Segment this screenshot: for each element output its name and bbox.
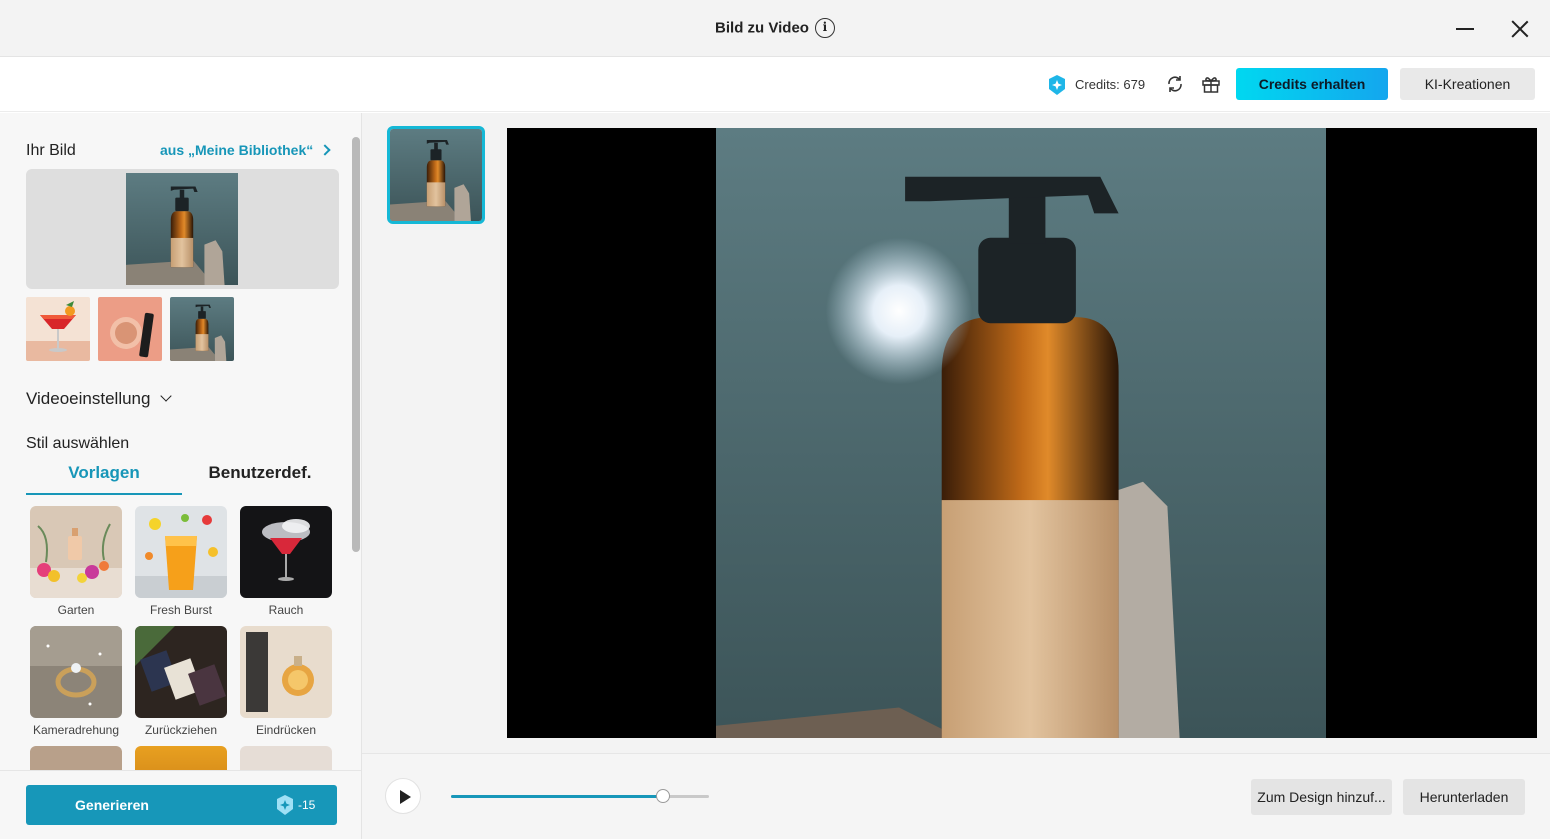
library-link-label: aus „Meine Bibliothek“: [160, 142, 314, 158]
close-icon[interactable]: [1505, 14, 1535, 44]
recent-image-cocktail[interactable]: [26, 297, 90, 361]
template-label: Zurückziehen: [144, 723, 218, 737]
progress-handle[interactable]: [655, 789, 670, 803]
style-heading: Stil auswählen: [26, 435, 130, 452]
your-image-heading: Ihr Bild: [26, 142, 76, 159]
template-pull-back[interactable]: Zurückziehen: [135, 626, 227, 737]
generate-label: Generieren: [75, 797, 149, 813]
recent-image-cosmetics[interactable]: [98, 297, 162, 361]
template-label: Garten: [57, 603, 95, 617]
download-button[interactable]: Herunterladen: [1403, 779, 1525, 815]
template-label: Rauch: [268, 603, 304, 617]
left-panel: Ihr Bild aus „Meine Bibliothek“ Videoein…: [0, 113, 362, 839]
result-thumbnail[interactable]: [387, 126, 485, 224]
play-icon[interactable]: [385, 778, 421, 814]
generate-cost: -15: [298, 798, 316, 812]
generate-button[interactable]: Generieren -15: [26, 785, 337, 825]
credits-icon: [277, 795, 293, 815]
video-setting-dropdown[interactable]: Videoeinstellung: [26, 389, 173, 409]
info-icon[interactable]: i: [814, 18, 835, 38]
template-fresh-burst[interactable]: Fresh Burst: [135, 506, 227, 617]
selected-image-preview[interactable]: [26, 169, 339, 289]
library-link[interactable]: aus „Meine Bibliothek“: [160, 142, 331, 158]
window-title: Bild zu Video: [715, 19, 809, 37]
template-camera-rotation[interactable]: Kameradrehung: [30, 626, 122, 737]
generate-area: Generieren -15: [0, 770, 361, 839]
window-title-group: Bild zu Video i: [0, 18, 1550, 38]
add-to-design-button[interactable]: Zum Design hinzuf...: [1251, 779, 1392, 815]
template-label: Kameradrehung: [32, 723, 120, 737]
template-label: Eindrücken: [255, 723, 317, 737]
header-bar: Credits: 679 Credits erhalten KI-Kreatio…: [0, 57, 1550, 112]
video-preview[interactable]: [507, 128, 1537, 738]
template-press-in-image: [240, 626, 332, 718]
recent-image-bottle[interactable]: [170, 297, 234, 361]
template-camera-rotation-image: [30, 626, 122, 718]
template-smoke-image: [240, 506, 332, 598]
video-setting-label: Videoeinstellung: [26, 389, 151, 408]
template-press-in[interactable]: Eindrücken: [240, 626, 332, 737]
template-garden-image: [30, 506, 122, 598]
template-smoke[interactable]: Rauch: [240, 506, 332, 617]
credits-icon: [1049, 75, 1065, 95]
player-bar: Zum Design hinzuf... Herunterladen: [362, 753, 1550, 839]
chevron-right-icon: [319, 144, 331, 156]
gift-icon[interactable]: [1200, 73, 1222, 95]
preview-frame: [716, 128, 1326, 738]
chevron-down-icon: [160, 390, 173, 402]
refresh-icon[interactable]: [1164, 73, 1186, 95]
ai-creations-button[interactable]: KI-Kreationen: [1400, 68, 1535, 100]
progress-slider[interactable]: [451, 789, 709, 803]
selected-image: [126, 173, 238, 285]
template-fresh-burst-image: [135, 506, 227, 598]
template-pull-back-image: [135, 626, 227, 718]
tab-custom[interactable]: Benutzerdef.: [182, 463, 338, 495]
left-panel-scrollbar[interactable]: [352, 137, 360, 552]
title-bar: Bild zu Video i: [0, 0, 1550, 57]
template-garden[interactable]: Garten: [30, 506, 122, 617]
get-credits-button[interactable]: Credits erhalten: [1236, 68, 1388, 100]
progress-fill: [451, 795, 663, 798]
credits-count: Credits: 679: [1075, 77, 1146, 92]
template-label: Fresh Burst: [149, 603, 212, 617]
minimize-icon[interactable]: [1450, 14, 1480, 44]
tab-templates[interactable]: Vorlagen: [26, 463, 182, 495]
preview-area: Zum Design hinzuf... Herunterladen: [362, 113, 1550, 839]
